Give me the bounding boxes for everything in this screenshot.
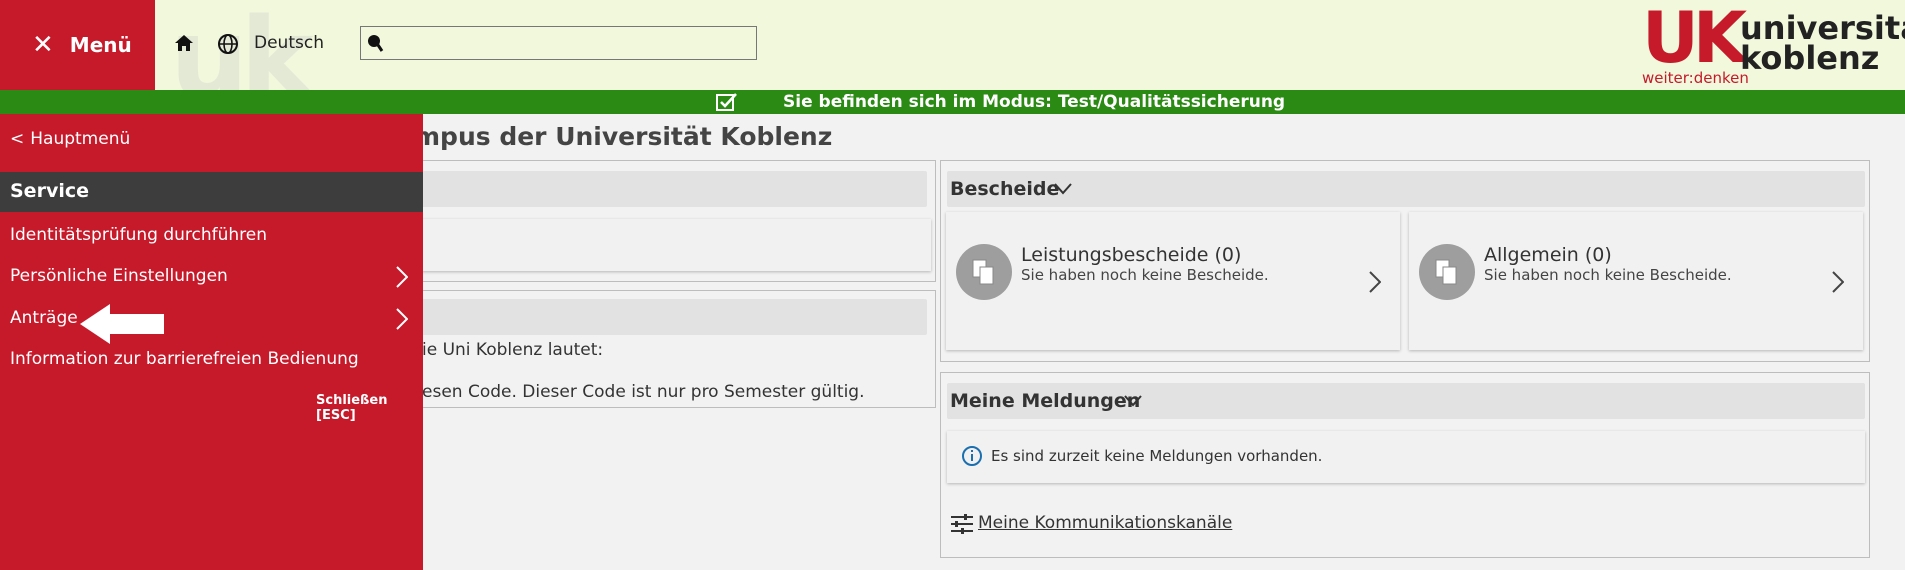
logo-tagline: weiter:denken (1642, 69, 1749, 87)
menu-section-service: Service (0, 172, 423, 212)
menu-item-applications[interactable]: Anträge (10, 308, 78, 328)
chevron-right-icon[interactable] (396, 308, 408, 330)
chevron-down-icon[interactable] (1124, 395, 1142, 407)
search-input[interactable] (360, 26, 757, 60)
language-selector[interactable]: Deutsch (254, 33, 324, 53)
meldungen-info-text: Es sind zurzeit keine Meldungen vorhande… (991, 447, 1323, 465)
top-header: uk ✕ Menü Deutsch UK universität koblenz… (0, 0, 1905, 122)
menu-toggle-button[interactable]: ✕ Menü (0, 0, 155, 90)
chevron-left-icon: < (10, 129, 25, 149)
chevron-right-icon[interactable] (1369, 271, 1381, 293)
communication-channels-link[interactable]: Meine Kommunikationskanäle (978, 513, 1232, 533)
leistungsbescheide-title: Leistungsbescheide (0) (1021, 244, 1242, 266)
menu-item-accessibility-info[interactable]: Information zur barrierefreien Bedienung (10, 349, 359, 369)
document-icon-glyph (972, 259, 994, 285)
bescheide-title[interactable]: Bescheide (950, 178, 1059, 200)
mode-text: Sie befinden sich im Modus: Test/Qualitä… (783, 92, 1286, 112)
search-icon (368, 35, 384, 52)
left-box-text-2: esen Code. Dieser Code ist nur pro Semes… (422, 382, 865, 402)
allgemein-title: Allgemein (0) (1484, 244, 1612, 266)
logo-name-line2: koblenz (1740, 39, 1880, 78)
back-label: Hauptmenü (30, 129, 131, 149)
info-icon (962, 446, 982, 466)
menu-label: Menü (69, 33, 132, 57)
university-logo[interactable]: UK universität koblenz weiter:denken (1640, 3, 1905, 88)
chevron-down-icon[interactable] (1054, 183, 1072, 195)
left-box-text-1: ie Uni Koblenz lautet: (422, 340, 604, 360)
logo-mark: UK (1642, 0, 1747, 79)
allgemein-subtitle: Sie haben noch keine Bescheide. (1484, 266, 1732, 284)
home-icon[interactable] (173, 33, 195, 53)
globe-icon[interactable] (217, 33, 239, 55)
pointer-arrow-icon (80, 304, 164, 344)
logo-name: universität koblenz (1740, 12, 1905, 78)
menu-item-personal-settings[interactable]: Persönliche Einstellungen (10, 266, 228, 286)
page-title: mpus der Universität Koblenz (414, 122, 833, 151)
meldungen-title[interactable]: Meine Meldungen (950, 390, 1140, 412)
menu-item-identity-check[interactable]: Identitätsprüfung durchführen (10, 225, 267, 245)
mode-bar: Sie befinden sich im Modus: Test/Qualitä… (0, 90, 1905, 114)
document-icon-glyph (1435, 259, 1457, 285)
close-icon: ✕ (32, 30, 54, 60)
leistungsbescheide-subtitle: Sie haben noch keine Bescheide. (1021, 266, 1269, 284)
checkbox-check-icon (716, 93, 737, 111)
back-to-main-menu[interactable]: < Hauptmenü (10, 129, 130, 149)
chevron-right-icon[interactable] (396, 266, 408, 288)
bescheide-header[interactable] (947, 171, 1865, 207)
side-menu: < Hauptmenü Service Identitätsprüfung dur… (0, 114, 423, 570)
close-menu-button[interactable]: Schließen [ESC] (316, 393, 423, 423)
sliders-icon (951, 514, 973, 534)
chevron-right-icon[interactable] (1832, 271, 1844, 293)
